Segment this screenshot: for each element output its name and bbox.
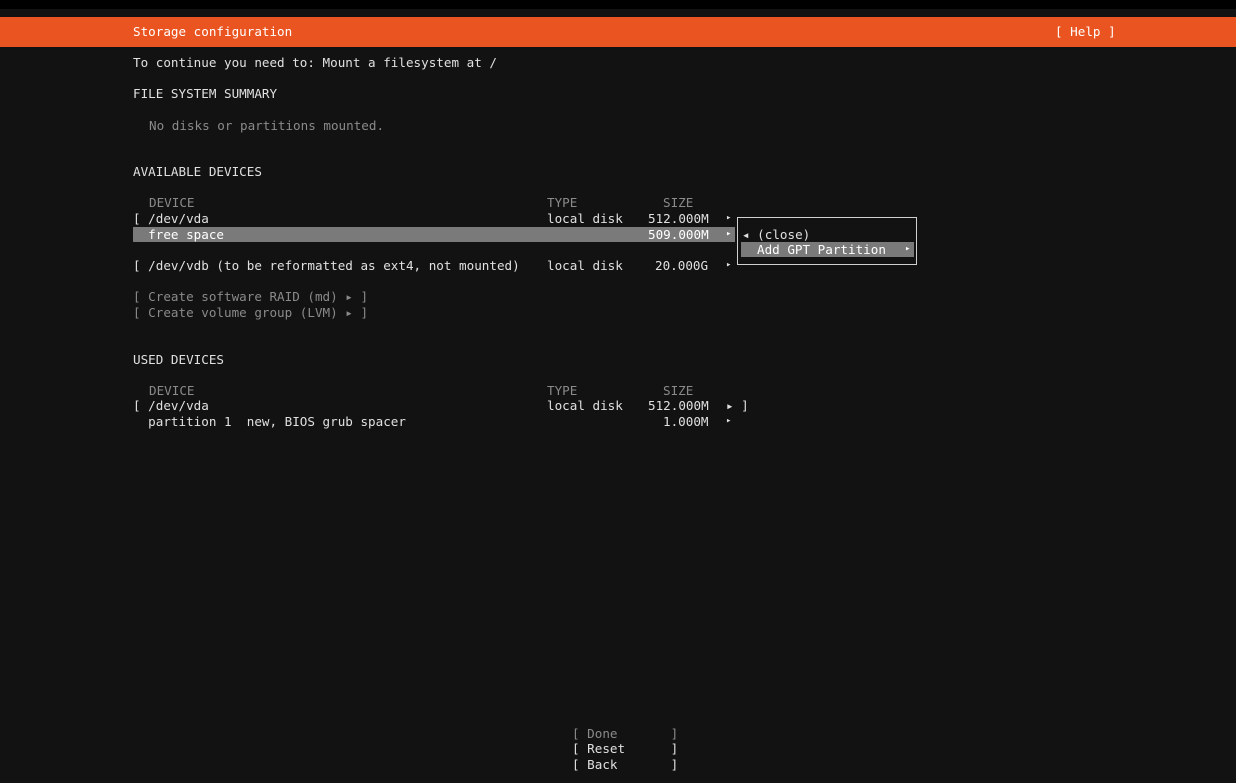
device-size: 1.000M [663,414,709,429]
row-menu-arrow-icon[interactable]: ▸ ] [726,398,749,414]
reset-button[interactable]: [ Reset ] [572,741,678,757]
col-size: SIZE [663,195,694,210]
fs-summary-heading: FILE SYSTEM SUMMARY [133,86,278,101]
device-size: 512.000M [648,398,709,413]
create-raid-button[interactable]: [ Create software RAID (md) ▸ ] [133,289,368,305]
chevron-right-icon: ▸ [905,244,911,254]
device-size: 20.000G [655,258,709,273]
available-heading: AVAILABLE DEVICES [133,164,262,179]
top-strip [0,0,1236,9]
device-size: 512.000M [648,211,709,226]
device-name: [ /dev/vdb (to be reformatted as ext4, n… [133,258,520,273]
used-heading: USED DEVICES [133,352,224,367]
col-device: DEVICE [149,383,195,398]
row-menu-arrow-icon[interactable]: ▸ [726,258,731,274]
device-name: [ /dev/vda [133,398,209,413]
col-type: TYPE [547,195,578,210]
row-menu-arrow-icon[interactable]: ▸ [726,414,731,430]
add-gpt-partition-label: Add GPT Partition [757,242,886,257]
device-name: [ /dev/vda [133,211,209,226]
help-button[interactable]: [ Help ] [1055,24,1116,40]
popup-close-item[interactable]: ◂ (close) [742,227,810,243]
col-device: DEVICE [149,195,195,210]
device-name: partition 1 new, BIOS grub spacer [133,414,406,429]
col-size: SIZE [663,383,694,398]
row-menu-arrow-icon[interactable]: ▸ [726,211,731,227]
row-menu-arrow-icon[interactable]: ▸ [726,227,731,243]
device-type: local disk [547,211,623,226]
device-type: local disk [547,398,623,413]
page-title: Storage configuration [133,24,293,39]
col-type: TYPE [547,383,578,398]
back-button[interactable]: [ Back ] [572,757,678,773]
done-button[interactable]: [ Done ] [572,726,678,742]
device-type: local disk [547,258,623,273]
device-name: free space [133,227,224,242]
notice-text: To continue you need to: Mount a filesys… [133,55,497,70]
create-lvm-button[interactable]: [ Create volume group (LVM) ▸ ] [133,305,368,321]
device-size: 509.000M [648,227,709,242]
fs-summary-empty: No disks or partitions mounted. [149,118,385,133]
